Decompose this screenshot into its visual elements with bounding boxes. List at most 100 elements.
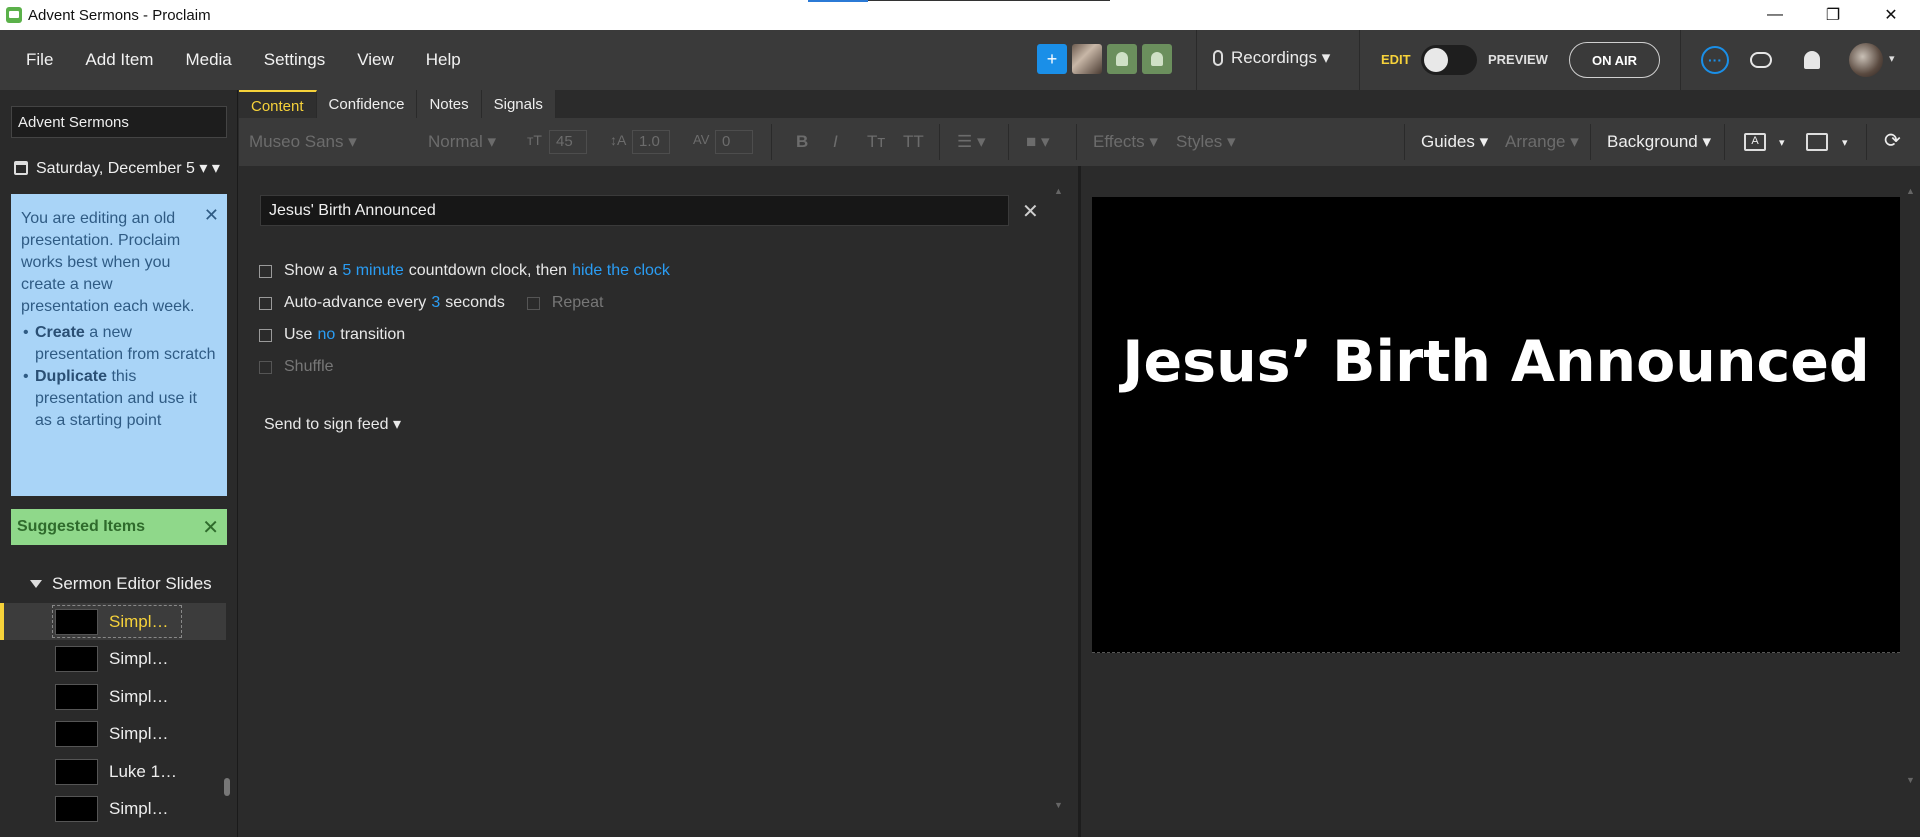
close-icon[interactable]: ✕ xyxy=(204,204,219,226)
notice-duplicate-option[interactable]: Duplicate this presentation and use it a… xyxy=(23,366,217,432)
tab-confidence[interactable]: Confidence xyxy=(316,90,418,118)
suggested-items-banner[interactable]: Suggested Items ✕ xyxy=(11,509,227,545)
tab-signals[interactable]: Signals xyxy=(481,90,556,118)
arrange-menu[interactable]: Arrange ▾ xyxy=(1505,132,1579,152)
countdown-minutes-link[interactable]: 5 minute xyxy=(342,262,403,280)
line-height-input[interactable]: 1.0 xyxy=(632,130,670,154)
slide-group-header[interactable]: Sermon Editor Slides xyxy=(30,574,212,594)
window-titlebar: Advent Sermons - Proclaim — ❐ ✕ xyxy=(0,0,1920,30)
user-avatar[interactable] xyxy=(1849,43,1883,77)
slide-thumbnail xyxy=(55,683,98,710)
close-icon[interactable]: ✕ xyxy=(202,515,219,540)
create-link[interactable]: Create xyxy=(35,324,85,341)
scroll-down-arrow[interactable]: ▼ xyxy=(1906,775,1915,785)
maximize-button[interactable]: ❐ xyxy=(1804,0,1862,30)
slide-list-item[interactable]: Simpl… xyxy=(0,678,226,715)
presentation-name-field[interactable]: Advent Sermons xyxy=(11,106,227,138)
scroll-up-arrow[interactable]: ▲ xyxy=(1906,186,1915,196)
auto-advance-seconds-link[interactable]: 3 xyxy=(431,294,440,312)
slide-list-item[interactable]: Simpl… xyxy=(0,715,226,752)
menu-file[interactable]: File xyxy=(26,50,53,70)
tab-content[interactable]: Content xyxy=(239,90,317,118)
transition-checkbox[interactable] xyxy=(259,328,272,342)
repeat-option[interactable]: Repeat xyxy=(526,294,603,312)
font-weight-select[interactable]: Normal ▾ xyxy=(428,132,496,152)
service-date-selector[interactable]: Saturday, December 5 ▾ ▾ xyxy=(14,158,220,178)
microphone-icon xyxy=(1213,50,1223,66)
sidebar-scrollbar[interactable] xyxy=(224,778,230,796)
auto-advance-checkbox[interactable] xyxy=(259,296,272,310)
image-icon[interactable] xyxy=(1806,133,1828,151)
menu-settings[interactable]: Settings xyxy=(264,50,325,70)
send-to-sign-feed-menu[interactable]: Send to sign feed ▾ xyxy=(264,414,401,434)
font-size-input[interactable]: 45 xyxy=(549,130,587,154)
menu-view[interactable]: View xyxy=(357,50,394,70)
effects-menu[interactable]: Effects ▾ xyxy=(1093,132,1158,152)
transition-option: Use no transition xyxy=(259,326,405,344)
preview-mode-label: PREVIEW xyxy=(1488,52,1548,67)
italic-button[interactable]: I xyxy=(833,132,838,152)
collaborator-avatar[interactable] xyxy=(1107,44,1137,74)
duplicate-link[interactable]: Duplicate xyxy=(35,368,107,385)
collaborator-avatar[interactable] xyxy=(1142,44,1172,74)
add-collaborator-button[interactable]: + xyxy=(1037,44,1067,74)
countdown-checkbox[interactable] xyxy=(259,264,272,278)
progress-track xyxy=(868,0,1110,1)
slide-thumbnail xyxy=(55,795,98,822)
clear-title-icon[interactable]: ✕ xyxy=(1022,199,1039,224)
styles-menu[interactable]: Styles ▾ xyxy=(1176,132,1236,152)
slide-title-input[interactable]: Jesus' Birth Announced xyxy=(260,195,1009,226)
slide-item-label: Simpl… xyxy=(109,723,169,743)
slide-title-text[interactable]: Jesus’ Birth Announced xyxy=(1092,329,1900,395)
slide-item-label: Simpl… xyxy=(109,686,169,706)
bold-button[interactable]: B xyxy=(796,132,808,152)
minimize-button[interactable]: — xyxy=(1746,0,1804,30)
format-toolbar: Museo Sans ▾ Normal ▾ тT 45 ↕A 1.0 AV 0 … xyxy=(239,118,1920,166)
slide-canvas[interactable]: Jesus’ Birth Announced xyxy=(1092,197,1900,653)
menu-add-item[interactable]: Add Item xyxy=(85,50,153,70)
menu-media[interactable]: Media xyxy=(185,50,231,70)
slide-list-item[interactable]: Simpl… xyxy=(0,640,226,677)
shuffle-checkbox[interactable] xyxy=(259,360,272,374)
countdown-action-link[interactable]: hide the clock xyxy=(572,262,670,280)
countdown-option: Show a 5 minute countdown clock, then hi… xyxy=(259,262,675,280)
recordings-menu[interactable]: Recordings ▾ xyxy=(1213,48,1330,68)
background-menu[interactable]: Background ▾ xyxy=(1607,132,1711,152)
edit-preview-toggle[interactable] xyxy=(1421,45,1477,75)
text-box-icon[interactable]: A xyxy=(1744,133,1766,151)
repeat-checkbox[interactable] xyxy=(526,296,540,310)
tab-notes[interactable]: Notes xyxy=(417,90,482,118)
close-window-button[interactable]: ✕ xyxy=(1862,0,1920,30)
chevron-down-icon[interactable]: ▾ xyxy=(1779,136,1785,149)
slide-list-item[interactable]: Simpl… xyxy=(0,790,226,827)
letter-spacing-icon: AV xyxy=(693,132,710,147)
align-menu[interactable]: ☰ ▾ xyxy=(957,132,986,152)
font-family-select[interactable]: Museo Sans ▾ xyxy=(249,132,357,152)
on-air-button[interactable]: ON AIR xyxy=(1569,42,1660,78)
transition-type-link[interactable]: no xyxy=(317,326,335,344)
scroll-up-arrow[interactable]: ▲ xyxy=(1054,186,1063,196)
shuffle-label: Shuffle xyxy=(284,358,334,375)
divider xyxy=(1076,124,1077,160)
chevron-down-icon[interactable]: ▾ xyxy=(1842,136,1848,149)
chevron-down-icon[interactable]: ▾ xyxy=(1889,52,1895,65)
menu-help[interactable]: Help xyxy=(426,50,461,70)
text-case-button[interactable]: Tт xyxy=(867,132,885,152)
notifications-bell-icon[interactable] xyxy=(1798,46,1826,74)
collaborator-avatar[interactable] xyxy=(1072,44,1102,74)
slide-list-item[interactable]: Luke 1… xyxy=(0,753,226,790)
slide-list-item[interactable]: Simpl… xyxy=(0,603,226,640)
scroll-down-arrow[interactable]: ▼ xyxy=(1054,800,1063,810)
notice-create-option[interactable]: Create a new presentation from scratch xyxy=(23,322,217,366)
divider xyxy=(1196,30,1197,90)
chat-icon[interactable] xyxy=(1747,46,1775,74)
text-color-menu[interactable]: ■ ▾ xyxy=(1026,132,1050,152)
guides-menu[interactable]: Guides ▾ xyxy=(1421,132,1488,152)
focus-outline xyxy=(52,605,182,638)
divider xyxy=(1404,124,1405,160)
refresh-icon[interactable]: ⟳ xyxy=(1884,128,1901,153)
uppercase-button[interactable]: TT xyxy=(903,132,924,152)
more-options-icon[interactable]: ··· xyxy=(1701,46,1729,74)
slide-thumbnail xyxy=(55,645,98,672)
letter-spacing-input[interactable]: 0 xyxy=(715,130,753,154)
